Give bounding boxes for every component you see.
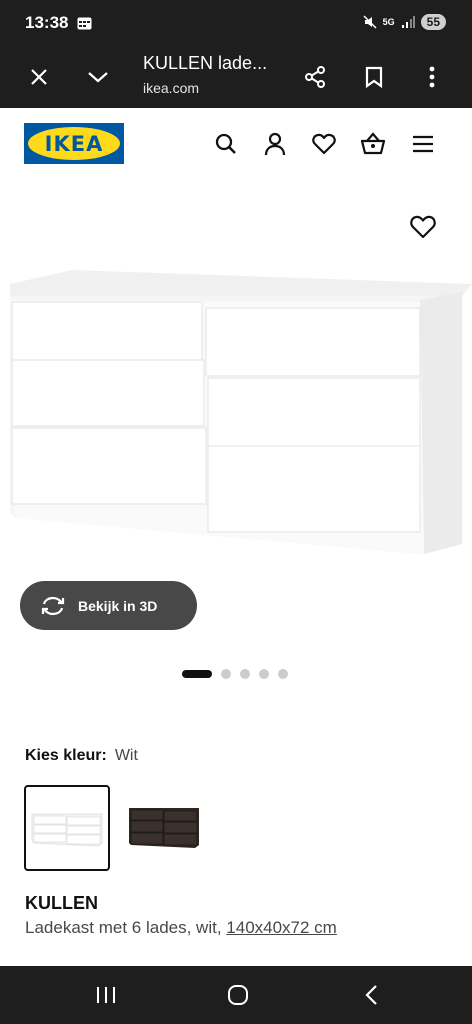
home-icon[interactable] [223,982,253,1008]
back-icon[interactable] [356,982,386,1008]
chevron-down-icon[interactable] [83,62,113,92]
share-icon[interactable] [300,62,330,92]
mute-icon [363,15,377,29]
drawer-middle-left [11,359,205,427]
calendar-icon [77,17,92,30]
page: 13:38 5G 55 KULLEN lade... ikea.com IKEA… [0,0,472,1024]
logo-text: IKEA [44,131,104,156]
system-navigation-bar [0,966,472,1024]
view-3d-label: Bekijk in 3D [78,597,158,614]
carousel-dot[interactable] [221,669,231,679]
drawer-top-right [205,307,421,377]
carousel-indicator [182,669,288,679]
close-icon[interactable] [24,62,54,92]
signal-icon [401,16,415,28]
page-domain: ikea.com [143,80,200,96]
more-options-icon[interactable] [417,62,447,92]
logo-oval: IKEA [28,127,120,160]
drawer-bottom-right [207,445,421,533]
color-value: Wit [114,747,138,764]
color-swatch-black-brown[interactable] [121,785,207,871]
product-description: Ladekast met 6 lades, wit, 140x40x72 cm [25,918,337,938]
menu-icon[interactable] [409,130,437,158]
swatch-white-image [31,813,103,847]
color-swatch-white[interactable] [24,785,110,871]
product-dimensions-link[interactable]: 140x40x72 cm [226,918,337,937]
carousel-dot[interactable] [182,670,212,678]
status-bar: 13:38 5G 55 [0,0,472,46]
status-indicators: 5G 55 [363,14,446,30]
product-name: KULLEN [25,893,98,913]
product-image[interactable] [0,262,472,562]
battery-level: 55 [420,14,446,30]
drawer-middle-right [207,377,421,447]
color-selection: Kies kleur: Wit [25,747,138,765]
carousel-dot[interactable] [259,669,269,679]
browser-toolbar: KULLEN lade... ikea.com [0,46,472,108]
page-title: KULLEN lade... [143,53,268,73]
favorite-product-icon[interactable] [408,212,438,242]
drawer-bottom-left [11,427,207,505]
wishlist-icon[interactable] [310,130,338,158]
site-header: IKEA [0,108,472,180]
carousel-dot[interactable] [240,669,250,679]
drawer-top-left [11,301,203,361]
user-icon[interactable] [261,130,289,158]
carousel-dot[interactable] [278,669,288,679]
status-time: 13:38 [25,13,69,32]
recent-apps-icon[interactable] [91,982,121,1008]
rotate-3d-icon [41,596,65,615]
ikea-logo[interactable]: IKEA [24,123,124,164]
swatch-black-brown-image [129,808,199,848]
cart-icon[interactable] [359,130,387,158]
bookmark-icon[interactable] [359,62,389,92]
network-type: 5G [382,17,395,27]
view-3d-button[interactable]: Bekijk in 3D [20,581,197,630]
product-description-text: Ladekast met 6 lades, wit, [25,918,227,937]
search-icon[interactable] [212,130,240,158]
color-label: Kies kleur: [25,747,107,764]
